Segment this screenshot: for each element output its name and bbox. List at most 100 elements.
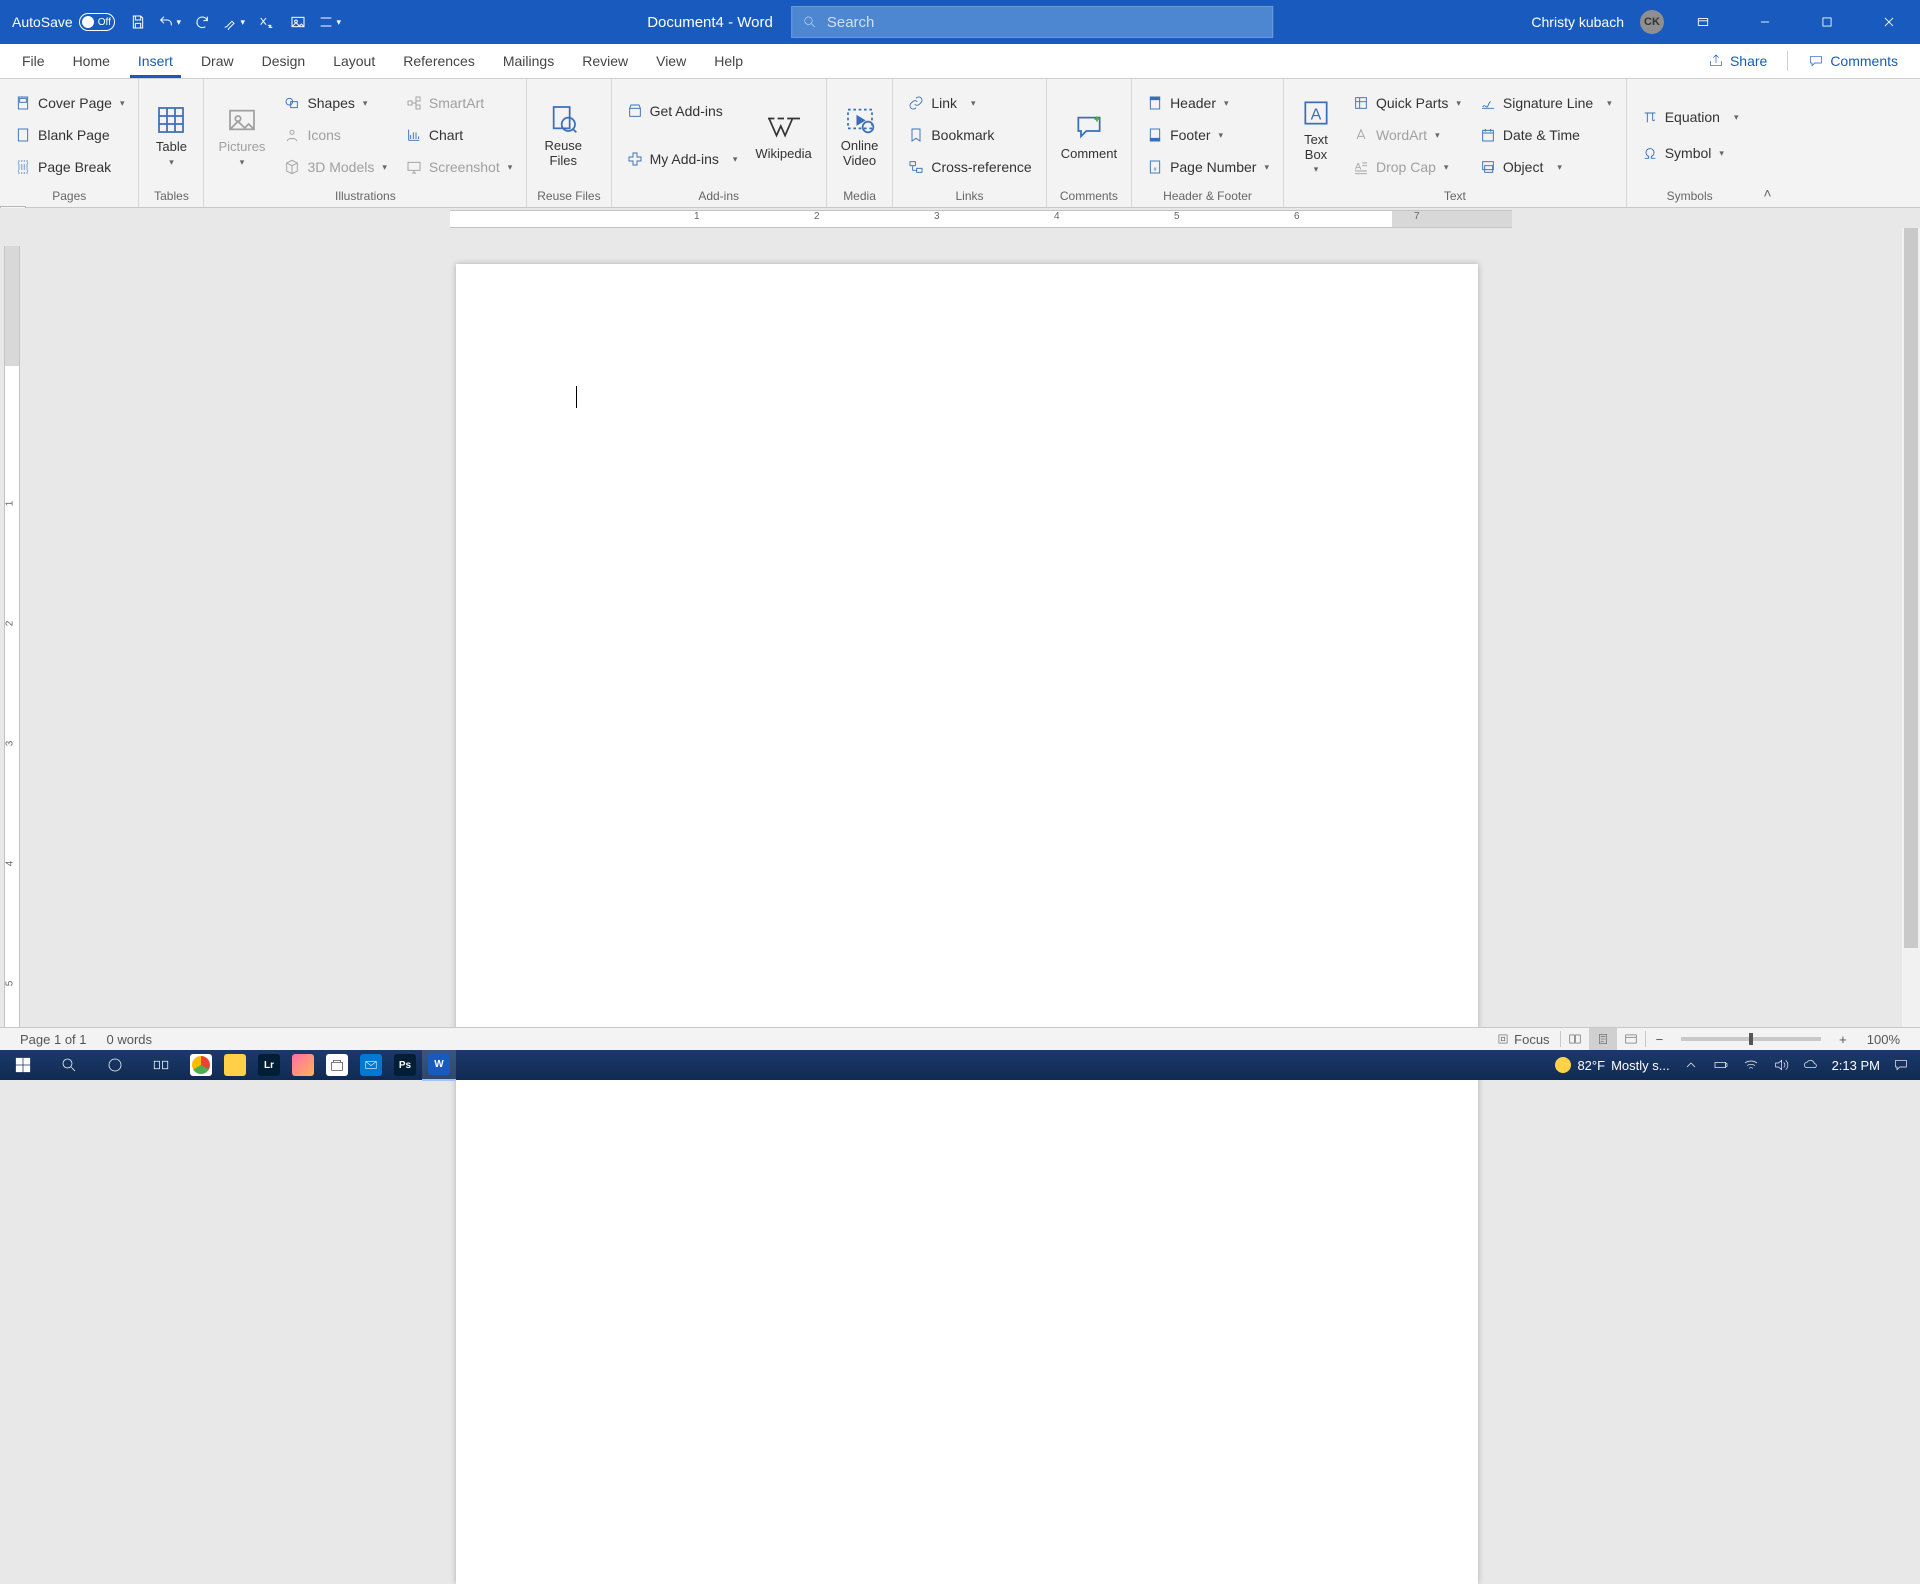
start-button[interactable] <box>0 1050 46 1080</box>
link-dropdown[interactable]: ▾ <box>965 89 980 117</box>
user-avatar[interactable]: CK <box>1640 10 1664 34</box>
tab-mailings[interactable]: Mailings <box>489 44 568 78</box>
undo-icon[interactable]: ▾ <box>157 8 183 36</box>
page[interactable] <box>456 264 1478 1584</box>
save-icon[interactable] <box>125 8 151 36</box>
link-button[interactable]: Link <box>903 89 961 117</box>
date-time-button[interactable]: Date & Time <box>1475 121 1616 149</box>
my-addins-button[interactable]: My Add-ins <box>622 145 723 173</box>
tab-draw[interactable]: Draw <box>187 44 248 78</box>
autosave-switch[interactable]: Off <box>79 13 115 31</box>
signature-line-button[interactable]: Signature Line <box>1475 89 1597 117</box>
object-dropdown[interactable]: ▾ <box>1551 153 1566 181</box>
pictures-button[interactable]: Pictures ▾ <box>214 100 269 170</box>
page-break-button[interactable]: Page Break <box>10 153 128 181</box>
share-button[interactable]: Share <box>1708 53 1767 69</box>
symbol-button[interactable]: Symbol▾ <box>1637 139 1743 167</box>
equation-button[interactable]: Equation <box>1637 103 1724 131</box>
insert-image-icon[interactable] <box>285 8 311 36</box>
tab-review[interactable]: Review <box>568 44 642 78</box>
tray-battery-icon[interactable] <box>1712 1056 1730 1074</box>
page-number-button[interactable]: # Page Number▾ <box>1142 153 1273 181</box>
tab-design[interactable]: Design <box>248 44 320 78</box>
web-layout-button[interactable] <box>1617 1028 1645 1050</box>
smartart-button[interactable]: SmartArt <box>401 89 516 117</box>
scrollbar-thumb[interactable] <box>1904 228 1918 948</box>
minimize-icon[interactable] <box>1742 0 1788 44</box>
redo-icon[interactable] <box>189 8 215 36</box>
search-box[interactable] <box>791 6 1273 38</box>
close-icon[interactable] <box>1866 0 1912 44</box>
focus-mode-button[interactable]: Focus <box>1486 1032 1559 1047</box>
tab-layout[interactable]: Layout <box>319 44 389 78</box>
cortana-button[interactable] <box>92 1050 138 1080</box>
taskbar-explorer[interactable] <box>218 1050 252 1080</box>
taskbar-word[interactable]: W <box>422 1049 456 1081</box>
brush-icon[interactable]: ▾ <box>221 8 247 36</box>
signature-line-dropdown[interactable]: ▾ <box>1601 89 1616 117</box>
online-video-button[interactable]: OnlineVideo <box>837 99 883 171</box>
search-input[interactable] <box>825 13 1262 32</box>
taskbar-clock[interactable]: 2:13 PM <box>1832 1058 1880 1073</box>
object-button[interactable]: Object <box>1475 153 1547 181</box>
my-addins-dropdown[interactable]: ▾ <box>727 145 742 173</box>
tray-wifi-icon[interactable] <box>1742 1056 1760 1074</box>
status-page[interactable]: Page 1 of 1 <box>10 1032 97 1047</box>
subscript-icon[interactable] <box>253 8 279 36</box>
cover-page-button[interactable]: Cover Page▾ <box>10 89 128 117</box>
wordart-button[interactable]: WordArt▾ <box>1348 121 1465 149</box>
taskbar-weather[interactable]: 82°F Mostly s... <box>1555 1057 1669 1073</box>
zoom-slider[interactable] <box>1681 1037 1821 1041</box>
taskbar-lightroom[interactable]: Lr <box>252 1050 286 1080</box>
zoom-out-button[interactable]: − <box>1646 1032 1674 1047</box>
taskbar-mail[interactable] <box>354 1050 388 1080</box>
tab-references[interactable]: References <box>389 44 489 78</box>
wikipedia-button[interactable]: Wikipedia <box>751 107 815 164</box>
taskbar-search-button[interactable] <box>46 1050 92 1080</box>
header-button[interactable]: Header▾ <box>1142 89 1273 117</box>
table-button[interactable]: Table ▾ <box>149 100 193 170</box>
blank-page-button[interactable]: Blank Page <box>10 121 128 149</box>
taskbar-photoshop[interactable]: Ps <box>388 1050 422 1080</box>
task-view-button[interactable] <box>138 1050 184 1080</box>
tab-help[interactable]: Help <box>700 44 757 78</box>
ribbon-display-icon[interactable] <box>1680 0 1726 44</box>
text-box-button[interactable]: A TextBox ▾ <box>1294 93 1338 178</box>
icons-button[interactable]: Icons <box>279 121 390 149</box>
scrollbar-vertical[interactable] <box>1902 228 1920 1036</box>
collapse-ribbon-icon[interactable]: ˄ <box>1753 79 1783 207</box>
drop-cap-button[interactable]: A Drop Cap▾ <box>1348 153 1465 181</box>
ruler-horizontal[interactable]: 1 2 3 4 5 6 7 <box>0 208 1920 230</box>
user-name[interactable]: Christy kubach <box>1531 14 1624 30</box>
footer-button[interactable]: Footer▾ <box>1142 121 1273 149</box>
ruler-vertical[interactable]: 1 2 3 4 5 <box>0 228 25 1036</box>
reuse-files-button[interactable]: Reuse Files <box>537 99 589 171</box>
chart-button[interactable]: Chart <box>401 121 516 149</box>
comments-button[interactable]: Comments <box>1808 53 1898 69</box>
tray-chevron-up-icon[interactable] <box>1682 1056 1700 1074</box>
zoom-level[interactable]: 100% <box>1857 1032 1910 1047</box>
zoom-slider-thumb[interactable] <box>1749 1033 1753 1045</box>
taskbar-photos[interactable] <box>286 1050 320 1080</box>
taskbar-chrome[interactable] <box>184 1050 218 1080</box>
comment-button[interactable]: Comment <box>1057 107 1121 164</box>
tab-insert[interactable]: Insert <box>124 44 187 78</box>
tab-home[interactable]: Home <box>59 44 124 78</box>
bookmark-button[interactable]: Bookmark <box>903 121 1035 149</box>
zoom-in-button[interactable]: + <box>1829 1032 1857 1047</box>
read-mode-button[interactable] <box>1561 1028 1589 1050</box>
tray-volume-icon[interactable] <box>1772 1056 1790 1074</box>
quick-parts-button[interactable]: Quick Parts▾ <box>1348 89 1465 117</box>
autosave-toggle[interactable]: AutoSave Off <box>8 11 119 33</box>
print-layout-button[interactable] <box>1589 1028 1617 1050</box>
action-center-icon[interactable] <box>1892 1056 1910 1074</box>
customize-qat-icon[interactable]: ▾ <box>317 8 343 36</box>
equation-dropdown[interactable]: ▾ <box>1728 103 1743 131</box>
status-words[interactable]: 0 words <box>97 1032 163 1047</box>
maximize-icon[interactable] <box>1804 0 1850 44</box>
3d-models-button[interactable]: 3D Models▾ <box>279 153 390 181</box>
tab-file[interactable]: File <box>8 44 59 78</box>
tab-view[interactable]: View <box>642 44 700 78</box>
cross-reference-button[interactable]: Cross-reference <box>903 153 1035 181</box>
shapes-button[interactable]: Shapes▾ <box>279 89 390 117</box>
